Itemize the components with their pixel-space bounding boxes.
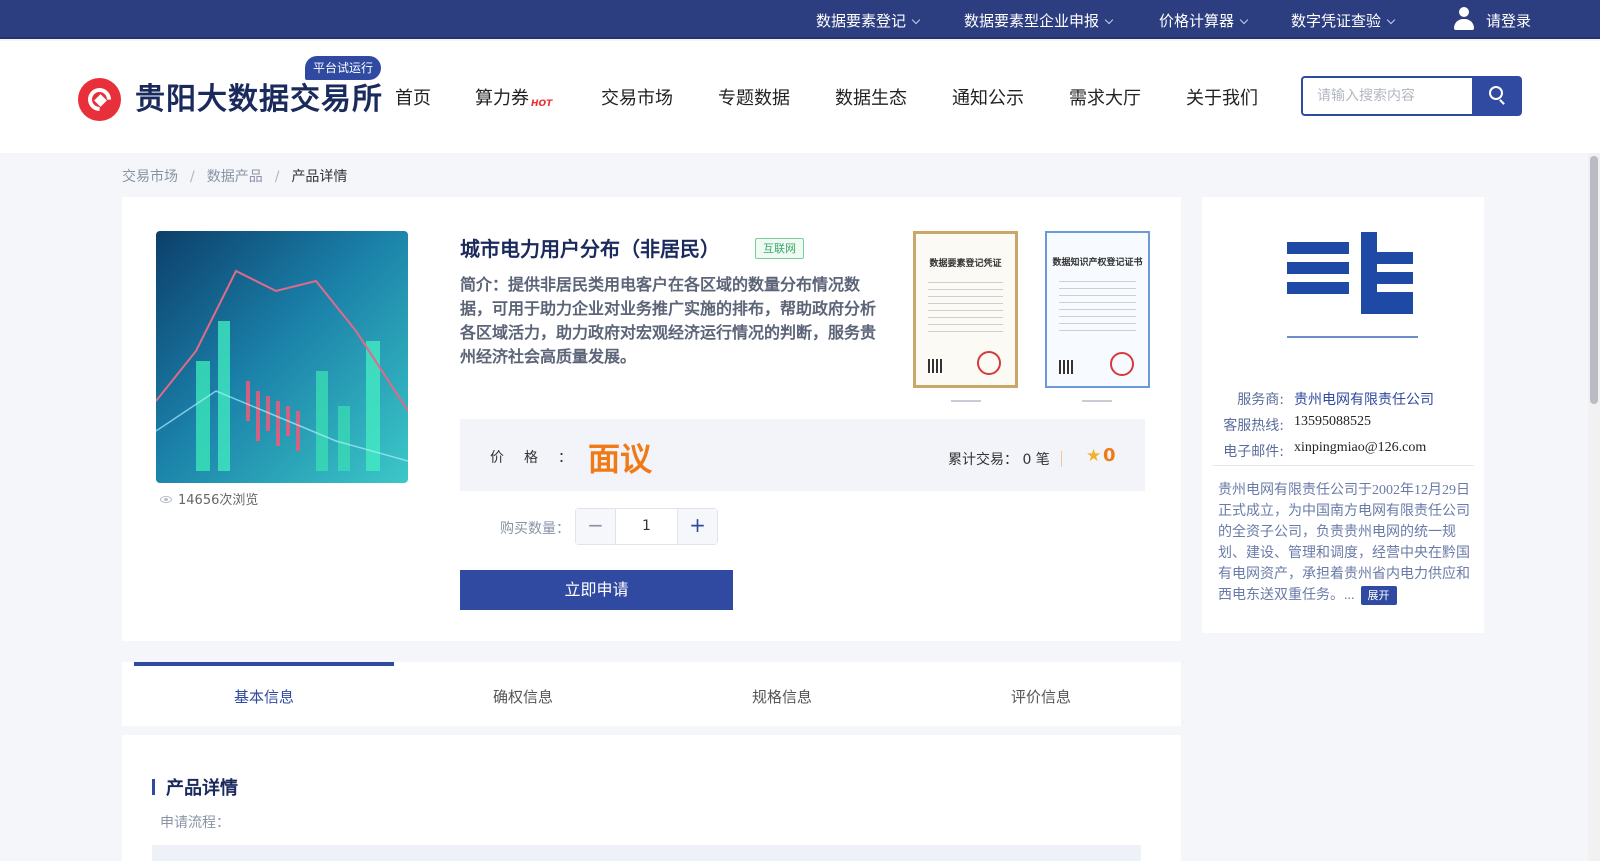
search-icon xyxy=(1489,86,1503,100)
nav-compute-voucher[interactable]: 算力券 HOT xyxy=(475,84,552,110)
email-value: xinpingmiao@126.com xyxy=(1294,440,1427,455)
breadcrumb: 交易市场 / 数据产品 / 产品详情 xyxy=(122,169,348,185)
breadcrumb-market[interactable]: 交易市场 xyxy=(122,169,178,185)
tab-basic-info[interactable]: 基本信息 xyxy=(134,686,394,707)
search-button[interactable] xyxy=(1472,76,1522,116)
breadcrumb-data-products[interactable]: 数据产品 xyxy=(207,169,263,185)
deal-count: 累计交易： 0 笔 xyxy=(948,449,1050,469)
price-label: 价格： xyxy=(490,450,592,466)
topbar-link-cert-verify[interactable]: 数字凭证查验 xyxy=(1291,10,1396,31)
deal-count-value: 0 笔 xyxy=(1022,452,1050,468)
apply-now-button[interactable]: 立即申请 xyxy=(460,570,733,610)
nav-topic-data[interactable]: 专题数据 xyxy=(718,84,790,110)
quantity-label: 购买数量： xyxy=(500,521,570,537)
breadcrumb-current: 产品详情 xyxy=(291,169,348,185)
email-label-row: 电子邮件: xyxy=(1210,441,1284,461)
view-count: 14656次浏览 xyxy=(160,489,258,508)
divider xyxy=(1212,465,1474,466)
product-title: 城市电力用户分布（非居民） xyxy=(460,237,720,261)
top-bar: 数据要素登记 数据要素型企业申报 价格计算器 数字凭证查验 请登录 xyxy=(0,0,1600,39)
certificate-indicator xyxy=(1082,400,1112,402)
phone-value: 13595088525 xyxy=(1294,414,1371,429)
stock-chart-illustration xyxy=(156,269,408,471)
user-icon[interactable] xyxy=(1453,7,1475,31)
search-box xyxy=(1301,76,1472,116)
price-value: 面议 xyxy=(588,440,653,478)
product-intro: 简介：提供非居民类用电客户在各区域的数量分布情况数据，可用于助力企业对业务推广实… xyxy=(460,275,877,366)
topbar-link-label: 价格计算器 xyxy=(1159,12,1235,30)
nav-demand-hall[interactable]: 需求大厅 xyxy=(1069,84,1141,110)
topbar-link-label: 数据要素登记 xyxy=(816,12,907,30)
provider-description-text: 贵州电网有限责任公司于2002年12月29日正式成立，为中国南方电网有限责任公司… xyxy=(1218,483,1470,603)
apply-flow-panel xyxy=(152,845,1141,861)
quantity-stepper: − 1 + xyxy=(575,508,718,545)
nav-ecosystem[interactable]: 数据生态 xyxy=(835,84,907,110)
active-tab-indicator xyxy=(134,662,394,666)
nav-notices[interactable]: 通知公示 xyxy=(952,84,1024,110)
quantity-input[interactable]: 1 xyxy=(616,509,677,544)
hot-badge: HOT xyxy=(531,99,553,109)
email-label: 电子邮件: xyxy=(1223,444,1284,460)
provider-description: 贵州电网有限责任公司于2002年12月29日正式成立，为中国南方电网有限责任公司… xyxy=(1218,480,1472,606)
phone-label: 客服热线: xyxy=(1223,418,1284,434)
tab-spec-info[interactable]: 规格信息 xyxy=(652,686,912,707)
provider-name[interactable]: 贵州电网有限责任公司 xyxy=(1294,389,1434,409)
nav-about[interactable]: 关于我们 xyxy=(1186,84,1258,110)
plus-icon[interactable]: + xyxy=(677,509,717,544)
login-link[interactable]: 请登录 xyxy=(1486,10,1531,31)
trial-badge: 平台试运行 xyxy=(305,56,382,80)
certificate-title: 数据知识产权登记证书 xyxy=(1052,258,1143,268)
topbar-link-price-calculator[interactable]: 价格计算器 xyxy=(1159,10,1249,31)
eye-icon xyxy=(160,496,172,503)
section-marker xyxy=(152,779,155,795)
topbar-link-label: 数据要素型企业申报 xyxy=(964,12,1100,30)
topbar-link-enterprise-apply[interactable]: 数据要素型企业申报 xyxy=(964,10,1114,31)
tab-rights-info[interactable]: 确权信息 xyxy=(393,686,653,707)
detail-card xyxy=(122,735,1181,861)
qr-code-icon xyxy=(1059,360,1073,374)
scrollbar-thumb[interactable] xyxy=(1590,156,1598,404)
topbar-link-label: 数字凭证查验 xyxy=(1291,12,1382,30)
nav-market[interactable]: 交易市场 xyxy=(601,84,673,110)
chevron-down-icon xyxy=(911,15,921,25)
view-count-text: 14656次浏览 xyxy=(178,493,259,508)
chevron-down-icon xyxy=(1386,15,1396,25)
minus-icon[interactable]: − xyxy=(576,509,616,544)
provider-name-label: 服务商: xyxy=(1237,392,1284,408)
certificate-indicator xyxy=(951,400,981,402)
star-icon: ★ xyxy=(1086,446,1102,466)
site-logo-text[interactable]: 贵阳大数据交易所 xyxy=(135,74,383,118)
section-title: 产品详情 xyxy=(166,778,238,799)
provider-name-text: 贵州电网有限责任公司 xyxy=(1294,392,1434,408)
apply-flow-label: 申请流程： xyxy=(160,815,230,831)
nav-home[interactable]: 首页 xyxy=(395,84,431,110)
provider-logo xyxy=(1287,232,1422,340)
product-image xyxy=(156,231,408,483)
certificate-title: 数据要素登记凭证 xyxy=(929,259,1002,269)
rating-score: 0 xyxy=(1103,445,1116,466)
logo-icon[interactable] xyxy=(78,78,121,121)
registration-certificate[interactable]: 数据要素登记凭证 xyxy=(913,231,1018,388)
nav-label: 算力券 xyxy=(475,88,529,109)
topbar-link-data-registration[interactable]: 数据要素登记 xyxy=(816,10,921,31)
category-tag: 互联网 xyxy=(755,238,804,259)
qr-code-icon xyxy=(928,359,942,373)
phone-label-row: 客服热线: xyxy=(1210,415,1284,435)
provider-name-label-row: 服务商: xyxy=(1222,389,1284,409)
divider xyxy=(1061,451,1062,467)
tab-reviews[interactable]: 评价信息 xyxy=(911,686,1171,707)
expand-button[interactable]: 展开 xyxy=(1360,586,1397,605)
search-input[interactable] xyxy=(1303,78,1472,114)
seal-icon xyxy=(1110,352,1134,376)
chevron-down-icon xyxy=(1239,15,1249,25)
deal-count-label: 累计交易： xyxy=(948,452,1018,468)
ip-certificate[interactable]: 数据知识产权登记证书 xyxy=(1045,231,1150,388)
seal-icon xyxy=(977,351,1001,375)
chevron-down-icon xyxy=(1104,15,1114,25)
